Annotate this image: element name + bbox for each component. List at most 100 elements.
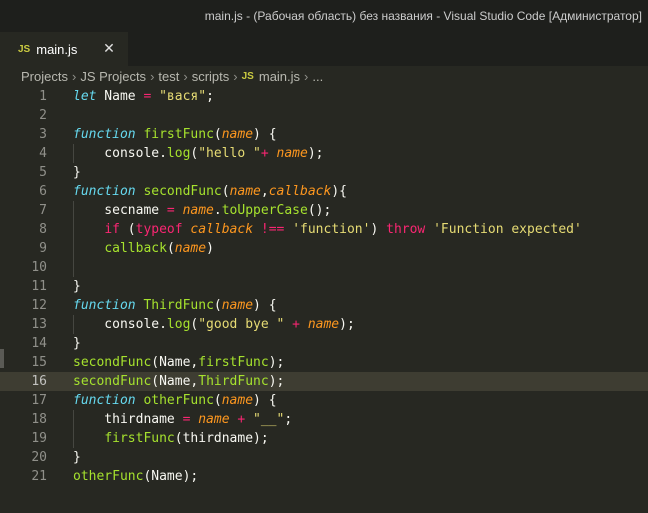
code-token: ThirdFunc: [198, 374, 269, 389]
code-token: function: [73, 298, 136, 313]
code-line[interactable]: 10: [0, 258, 648, 277]
code-text: }: [73, 334, 81, 353]
code-text: firstFunc(thirdname);: [73, 429, 268, 448]
code-line[interactable]: 7 secname = name.toUpperCase();: [0, 201, 648, 220]
line-number: 11: [31, 279, 47, 294]
code-line[interactable]: 18 thirdname = name + "__";: [0, 410, 648, 429]
code-token: name: [229, 184, 261, 199]
line-number: 7: [39, 203, 47, 218]
line-number: 5: [39, 165, 47, 180]
code-line[interactable]: 2: [0, 106, 648, 125]
code-token: console.: [73, 146, 167, 161]
code-token: (Name);: [143, 469, 199, 484]
code-text: secname = name.toUpperCase();: [73, 201, 331, 220]
code-line[interactable]: 13 console.log("good bye " + name);: [0, 315, 648, 334]
code-line[interactable]: 17 function otherFunc(name) {: [0, 391, 648, 410]
code-token: Name: [96, 89, 144, 104]
code-token: log: [166, 146, 191, 161]
code-token: );: [307, 146, 324, 161]
line-number: 2: [39, 108, 47, 123]
code-line[interactable]: 21 otherFunc(Name);: [0, 467, 648, 486]
code-token: +: [292, 317, 300, 332]
code-token: ) {: [253, 393, 277, 408]
line-number: 3: [39, 127, 47, 142]
code-token: ;: [206, 89, 214, 104]
code-line[interactable]: 9 callback(name): [0, 239, 648, 258]
code-line[interactable]: 1 let Name = "вася";: [0, 87, 648, 106]
code-token: ): [206, 241, 214, 256]
javascript-file-icon: JS: [241, 70, 254, 82]
code-token: );: [268, 355, 285, 370]
code-text: console.log("good bye " + name);: [73, 315, 354, 334]
tabs-bar: JS main.js ✕: [0, 32, 648, 66]
code-token: (: [166, 241, 175, 256]
code-token: 'Function expected': [433, 222, 582, 237]
javascript-file-icon: JS: [18, 43, 31, 55]
code-line[interactable]: 16 secondFunc(Name,ThirdFunc);: [0, 372, 648, 391]
code-token: name: [182, 203, 214, 218]
line-number: 8: [39, 222, 47, 237]
code-token: firstFunc: [104, 431, 175, 446]
code-line[interactable]: 14}: [0, 334, 648, 353]
breadcrumb-item-js-projects[interactable]: JS Projects: [80, 69, 146, 84]
code-token: "вася": [159, 89, 207, 104]
code-line[interactable]: 4 console.log("hello "+ name);: [0, 144, 648, 163]
breadcrumb-separator: ›: [150, 68, 155, 84]
code-token: ) {: [253, 298, 277, 313]
code-token: name: [221, 393, 254, 408]
code-line[interactable]: 11}: [0, 277, 648, 296]
code-token: +: [260, 146, 269, 161]
code-line[interactable]: 6 function secondFunc(name,callback){: [0, 182, 648, 201]
code-token: (Name,: [151, 374, 199, 389]
code-token: let: [73, 89, 97, 104]
breadcrumb-item-more[interactable]: ...: [312, 69, 323, 84]
code-token: .: [213, 203, 222, 218]
code-line[interactable]: 15 secondFunc(Name,firstFunc);: [0, 353, 648, 372]
close-icon[interactable]: ✕: [101, 40, 117, 56]
window-title: main.js - (Рабочая область) без названия…: [204, 9, 642, 23]
code-token: console.: [73, 317, 167, 332]
breadcrumb-item-file[interactable]: main.js: [259, 69, 300, 84]
code-token: );: [268, 374, 285, 389]
line-number: 15: [31, 355, 47, 370]
code-line[interactable]: 20}: [0, 448, 648, 467]
code-token: name: [221, 127, 254, 142]
breadcrumb-item-test[interactable]: test: [158, 69, 179, 84]
code-text: }: [73, 448, 81, 467]
code-line[interactable]: 19 firstFunc(thirdname);: [0, 429, 648, 448]
tab-main-js[interactable]: JS main.js ✕: [0, 32, 128, 66]
breadcrumb-item-scripts[interactable]: scripts: [192, 69, 230, 84]
code-token: secname: [73, 203, 167, 218]
code-line[interactable]: 8 if (typeof callback !== 'function') th…: [0, 220, 648, 239]
code-text: function otherFunc(name) {: [73, 391, 277, 410]
code-token: if: [104, 222, 120, 237]
code-token: otherFunc: [143, 393, 214, 408]
code-token: "hello ": [198, 146, 261, 161]
code-token: (: [119, 222, 136, 237]
code-editor[interactable]: 1 let Name = "вася"; 2 3 function firstFunc(…: [0, 86, 648, 513]
breadcrumb-separator: ›: [71, 68, 77, 84]
code-token: firstFunc: [198, 355, 269, 370]
breadcrumb-item-projects[interactable]: Projects: [21, 69, 68, 84]
code-line[interactable]: 3 function firstFunc(name) {: [0, 125, 648, 144]
code-token: name: [198, 412, 230, 427]
code-text: function secondFunc(name,callback){: [73, 182, 347, 201]
line-number: 4: [39, 146, 47, 161]
code-text: function firstFunc(name) {: [73, 125, 277, 144]
code-token: ,: [260, 184, 269, 199]
code-line[interactable]: 12 function ThirdFunc(name) {: [0, 296, 648, 315]
code-text: otherFunc(Name);: [73, 467, 198, 486]
code-line[interactable]: 5}: [0, 163, 648, 182]
code-text: }: [73, 163, 81, 182]
code-token: secondFunc: [73, 374, 152, 389]
code-text: secondFunc(Name,ThirdFunc);: [73, 372, 284, 391]
code-token: name: [221, 298, 254, 313]
code-token: "good bye ": [198, 317, 285, 332]
line-number: 6: [39, 184, 47, 199]
code-token: }: [73, 336, 81, 351]
